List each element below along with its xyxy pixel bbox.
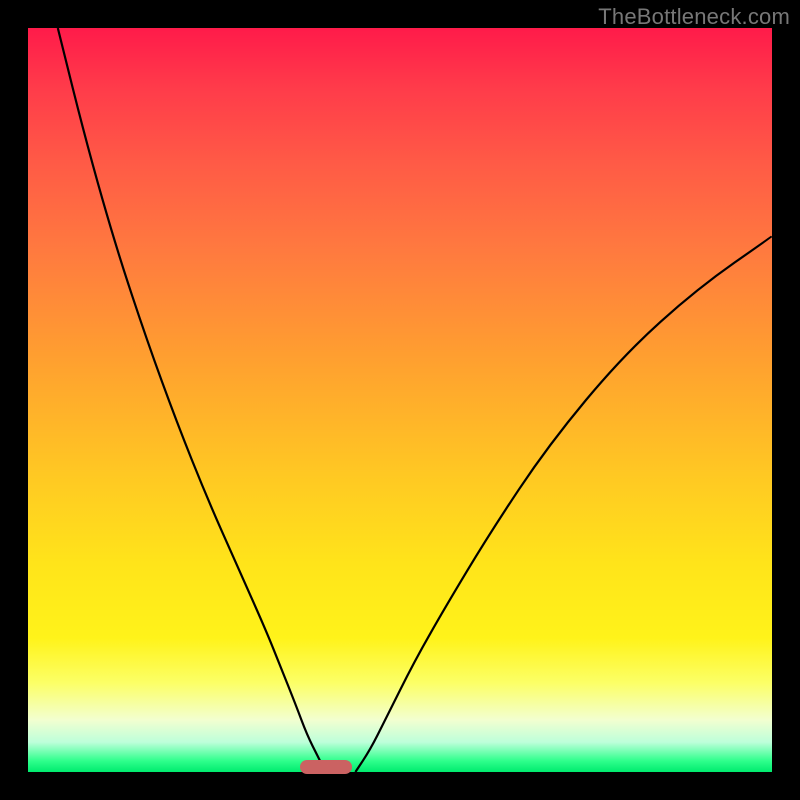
right-curve	[355, 236, 772, 772]
bottleneck-marker	[300, 760, 352, 774]
left-curve	[58, 28, 326, 772]
curve-layer	[0, 0, 800, 800]
